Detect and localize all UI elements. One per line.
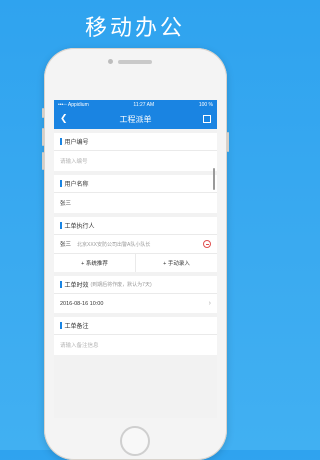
section-remark: 工单备注 请输入备注信息 <box>54 317 217 355</box>
status-time: 11:27 AM <box>133 102 155 108</box>
executor-org: 北京XXX安防公司出警A队小队长 <box>77 241 151 248</box>
section-executor: 工单执行人 张三 北京XXX安防公司出警A队小队长 + 系统推荐 + 手动录入 <box>54 217 217 272</box>
home-button[interactable] <box>120 426 150 456</box>
speaker <box>118 60 152 64</box>
timeliness-picker[interactable]: 2016-08-16 10:00 › <box>54 294 217 313</box>
section-timeliness: 工单时效 (到期后将作废，默认为7天) 2016-08-16 10:00 › <box>54 276 217 313</box>
section-title: 用户名称 <box>54 175 217 193</box>
section-user-name: 用户名称 张三 <box>54 175 217 213</box>
scrollbar[interactable] <box>213 168 215 190</box>
phone-side-button <box>42 108 44 118</box>
nav-bar: ❮ 工程派单 <box>54 110 217 129</box>
scan-icon[interactable] <box>203 115 211 123</box>
phone-screen: •••◦◦ Appidium 11:27 AM 100 % ❮ 工程派单 用户编… <box>54 100 217 418</box>
timeliness-note: (到期后将作废，默认为7天) <box>90 282 152 288</box>
executor-name: 张三 <box>60 242 72 248</box>
chevron-right-icon: › <box>208 300 211 307</box>
page-title: 工程派单 <box>119 115 152 124</box>
remark-input[interactable]: 请输入备注信息 <box>54 335 217 355</box>
form-content: 用户编号 请输入编号 用户名称 张三 工单执行人 张三 北京XXX安防公司出警A… <box>54 133 217 355</box>
section-title: 工单备注 <box>54 317 217 335</box>
back-icon[interactable]: ❮ <box>60 113 68 124</box>
section-title: 工单时效 (到期后将作废，默认为7天) <box>54 276 217 294</box>
user-id-input[interactable]: 请输入编号 <box>54 151 217 171</box>
system-recommend-button[interactable]: + 系统推荐 <box>54 254 136 272</box>
user-name-input[interactable]: 张三 <box>54 193 217 213</box>
carrier-label: •••◦◦ Appidium <box>58 102 89 108</box>
headline: 移动办公 <box>84 15 185 40</box>
phone-power-button <box>227 132 229 152</box>
timeliness-value: 2016-08-16 10:00 <box>60 300 104 307</box>
phone-volume-up <box>42 128 44 146</box>
battery-label: 100 % <box>198 102 213 108</box>
manual-entry-button[interactable]: + 手动录入 <box>136 254 217 272</box>
section-user-id: 用户编号 请输入编号 <box>54 133 217 171</box>
executor-row: 张三 北京XXX安防公司出警A队小队长 <box>54 235 217 254</box>
phone-volume-down <box>42 152 44 170</box>
status-bar: •••◦◦ Appidium 11:27 AM 100 % <box>54 100 217 110</box>
section-title: 用户编号 <box>54 133 217 151</box>
section-title: 工单执行人 <box>54 217 217 235</box>
remove-icon[interactable] <box>203 240 211 248</box>
phone-frame: •••◦◦ Appidium 11:27 AM 100 % ❮ 工程派单 用户编… <box>42 48 229 460</box>
executor-buttons: + 系统推荐 + 手动录入 <box>54 254 217 272</box>
camera <box>108 59 113 64</box>
